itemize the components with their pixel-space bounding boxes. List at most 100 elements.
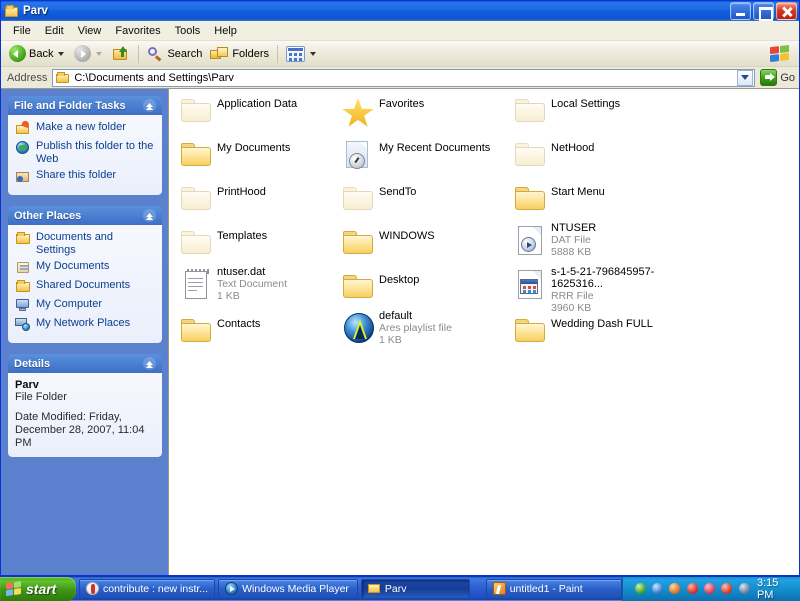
network-icon — [15, 317, 32, 332]
task-make-new-folder[interactable]: Make a new folder — [15, 121, 155, 136]
file-type: Ares playlist file — [379, 322, 452, 334]
tray-icon-2[interactable] — [648, 582, 664, 596]
folder-icon — [511, 92, 551, 128]
taskbar: start contribute : new instr... Windows … — [0, 576, 800, 600]
tray-icon-4[interactable] — [683, 582, 699, 596]
magnifier-icon — [147, 46, 164, 62]
panel-other-places: Other Places Documents and Settings My D… — [8, 206, 162, 343]
file-name: PrintHood — [217, 186, 266, 198]
minimize-button[interactable] — [730, 2, 751, 20]
panel-file-and-folder-tasks: File and Folder Tasks Make a new folder … — [8, 96, 162, 195]
menu-item-favorites[interactable]: Favorites — [108, 23, 167, 39]
tray-icon-5[interactable] — [700, 582, 716, 596]
tray-icon-3[interactable] — [665, 582, 681, 596]
taskbar-button-paint[interactable]: untitled1 - Paint — [486, 579, 622, 599]
place-documents-and-settings[interactable]: Documents and Settings — [15, 231, 155, 256]
panel-header[interactable]: Other Places — [8, 206, 162, 225]
restore-button[interactable] — [753, 2, 774, 20]
file-name: Templates — [217, 230, 267, 242]
file-item[interactable]: WINDOWS — [339, 224, 504, 260]
taskbar-button-windows-media-player[interactable]: Windows Media Player — [218, 579, 358, 599]
toolbar-separator — [277, 45, 278, 63]
file-item[interactable]: SendTo — [339, 180, 504, 216]
back-history-chevron-icon[interactable] — [58, 52, 64, 56]
back-button[interactable]: Back — [5, 43, 70, 64]
task-publish-to-web[interactable]: Publish this folder to the Web — [15, 140, 155, 165]
folder-icon — [177, 136, 217, 172]
file-item[interactable]: ntuser.dat Text Document 1 KB — [177, 265, 342, 302]
window-controls — [730, 2, 797, 20]
file-item[interactable]: default Ares playlist file 1 KB — [339, 309, 504, 346]
file-item[interactable]: Templates — [177, 224, 342, 260]
folder-icon — [339, 180, 379, 216]
taskbar-clock[interactable]: 3:15 PM — [757, 577, 794, 601]
forward-history-chevron-icon[interactable] — [96, 52, 102, 56]
file-item[interactable]: NetHood — [511, 136, 676, 172]
task-share-folder[interactable]: Share this folder — [15, 169, 155, 184]
file-item[interactable]: My Documents — [177, 136, 342, 172]
forward-button[interactable] — [70, 43, 108, 64]
folder-icon — [511, 180, 551, 216]
taskbar-button-contribute[interactable]: contribute : new instr... — [79, 579, 215, 599]
file-name: My Documents — [217, 142, 290, 154]
start-button[interactable]: start — [0, 577, 76, 601]
file-item[interactable]: Wedding Dash FULL — [511, 312, 676, 348]
start-button-label: start — [26, 581, 56, 597]
window-body: File and Folder Tasks Make a new folder … — [1, 89, 799, 575]
place-shared-documents[interactable]: Shared Documents — [15, 279, 155, 294]
up-button[interactable] — [108, 44, 134, 64]
file-item[interactable]: My Recent Documents — [339, 136, 504, 172]
address-input[interactable]: C:\Documents and Settings\Parv — [52, 69, 755, 87]
file-item[interactable]: Local Settings — [511, 92, 676, 128]
search-button[interactable]: Search — [143, 44, 206, 64]
file-name: s-1-5-21-796845957-1625316... — [551, 266, 691, 290]
panel-header[interactable]: Details — [8, 354, 162, 373]
tray-icon-7[interactable] — [735, 582, 751, 596]
file-item[interactable]: Contacts — [177, 312, 342, 348]
paint-icon — [493, 582, 506, 595]
file-item[interactable]: Desktop — [339, 268, 504, 304]
panel-header[interactable]: File and Folder Tasks — [8, 96, 162, 115]
taskbar-button-label: untitled1 - Paint — [510, 583, 583, 595]
file-item[interactable]: PrintHood — [177, 180, 342, 216]
media-player-icon — [225, 582, 238, 595]
close-button[interactable] — [776, 2, 797, 20]
panel-body: Parv File Folder Date Modified: Friday, … — [8, 373, 162, 457]
place-my-documents[interactable]: My Documents — [15, 260, 155, 275]
chevron-up-icon[interactable] — [143, 357, 156, 370]
file-size: 5888 KB — [551, 246, 596, 258]
tray-icon-6[interactable] — [717, 582, 733, 596]
file-item[interactable]: Favorites — [339, 92, 504, 128]
file-item[interactable]: NTUSER DAT File 5888 KB — [511, 221, 676, 258]
chevron-down-icon[interactable] — [737, 70, 753, 86]
menu-item-view[interactable]: View — [71, 23, 109, 39]
star-icon — [339, 92, 379, 128]
place-label: Shared Documents — [36, 279, 130, 292]
task-label: Make a new folder — [36, 121, 126, 134]
taskbar-button-label: Parv — [385, 583, 407, 595]
place-my-network-places[interactable]: My Network Places — [15, 317, 155, 332]
file-item[interactable]: Start Menu — [511, 180, 676, 216]
file-list-pane[interactable]: Application Data Favorites Local Setting… — [168, 89, 799, 575]
file-item[interactable]: s-1-5-21-796845957-1625316... RRR File 3… — [511, 265, 691, 314]
place-label: My Documents — [36, 260, 109, 273]
window-titlebar[interactable]: Parv — [1, 1, 799, 21]
views-button[interactable] — [282, 44, 322, 64]
details-type: File Folder — [15, 391, 155, 404]
tray-icon-1[interactable] — [631, 582, 647, 596]
place-my-computer[interactable]: My Computer — [15, 298, 155, 313]
explorer-window: Parv File Edit View Favorites Tools Help… — [0, 0, 800, 576]
go-button[interactable]: Go — [760, 69, 795, 86]
file-item[interactable]: Application Data — [177, 92, 342, 128]
views-chevron-icon[interactable] — [310, 52, 316, 56]
folders-button[interactable]: Folders — [206, 44, 273, 64]
menu-item-help[interactable]: Help — [207, 23, 244, 39]
menu-item-edit[interactable]: Edit — [38, 23, 71, 39]
panel-title: Details — [14, 358, 50, 370]
menu-item-tools[interactable]: Tools — [168, 23, 208, 39]
taskbar-button-parv[interactable]: Parv — [361, 579, 470, 599]
chevron-up-icon[interactable] — [143, 99, 156, 112]
chevron-up-icon[interactable] — [143, 209, 156, 222]
menu-item-file[interactable]: File — [6, 23, 38, 39]
folder-icon — [368, 582, 381, 595]
